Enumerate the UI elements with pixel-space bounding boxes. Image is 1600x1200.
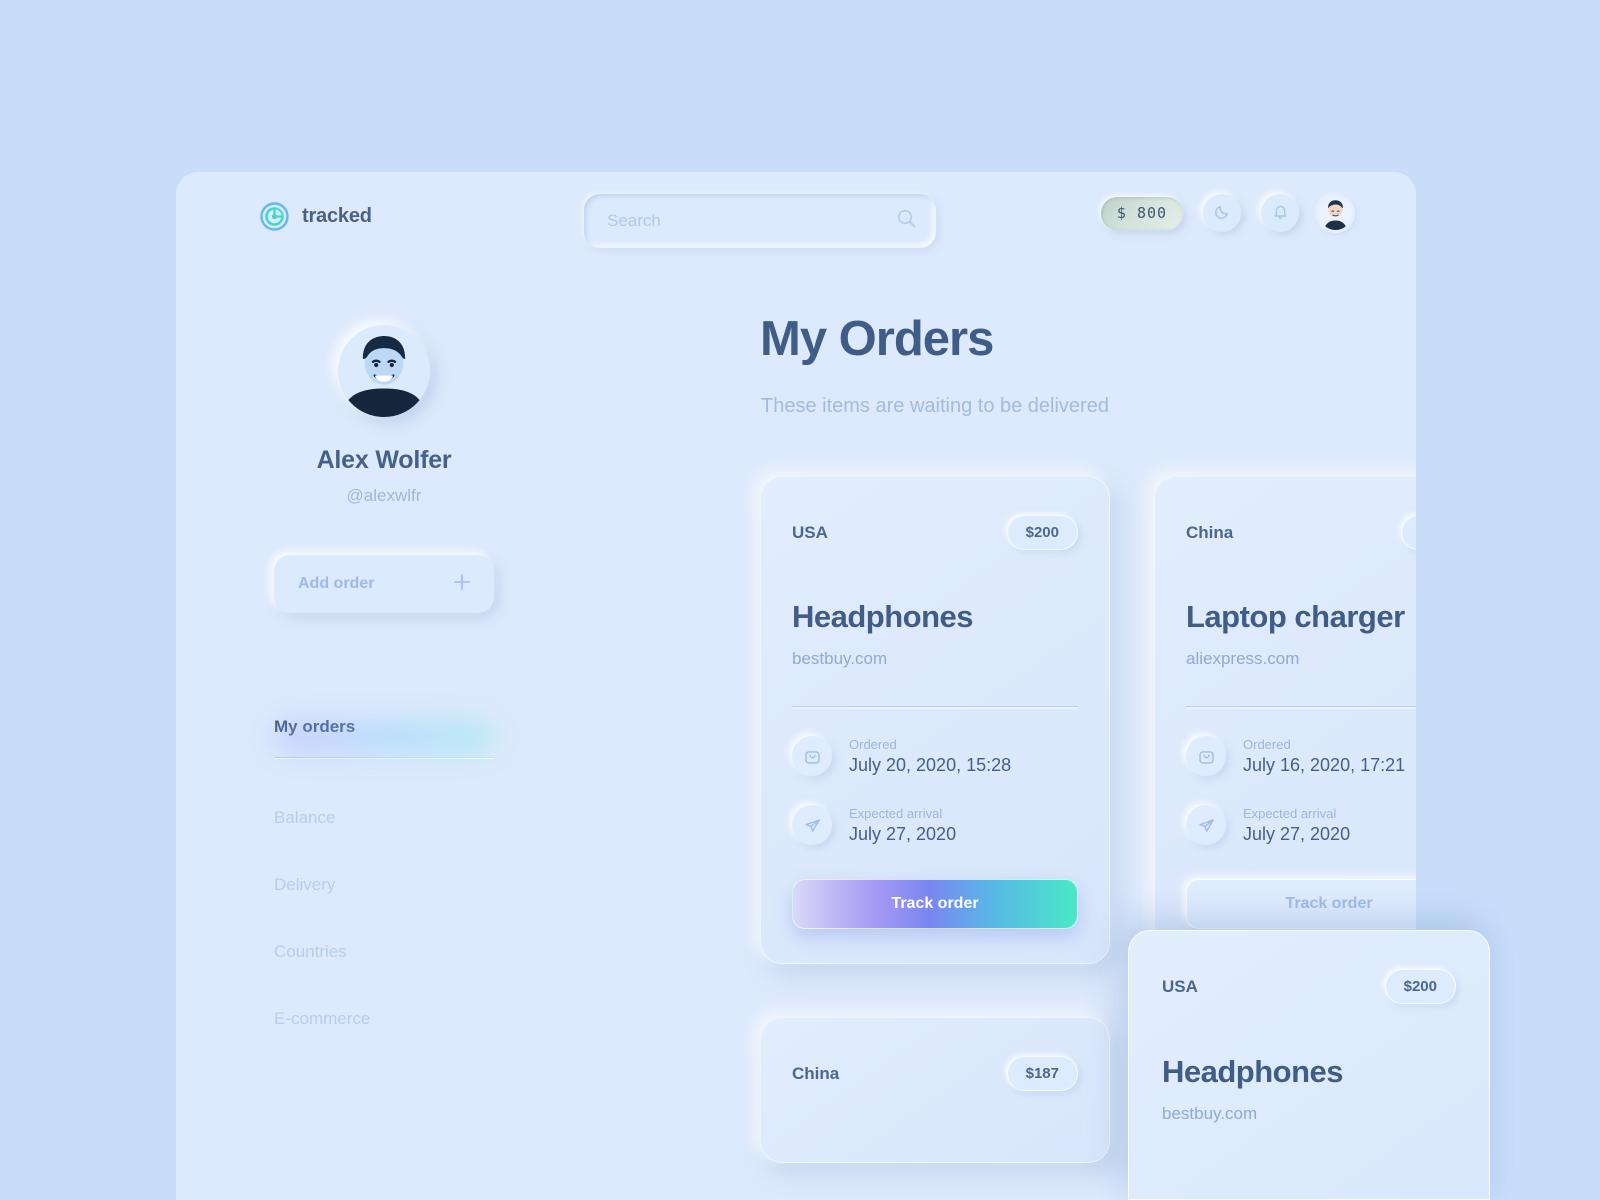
user-avatar[interactable] [1319,196,1352,230]
bell-icon [1272,203,1289,223]
search-input[interactable] [584,211,897,231]
ordered-label: Ordered [1243,736,1291,752]
order-card-header: China $187 [1186,515,1416,550]
topbar-actions: $ 800 [1101,194,1352,232]
sidebar-item-label: E-commerce [274,1009,371,1028]
track-order-button[interactable]: Track order [792,879,1078,929]
nav-divider [274,757,494,758]
sidebar-item-balance[interactable]: Balance [274,792,494,844]
order-price-badge: $187 [1006,1056,1078,1091]
sidebar-item-label: Delivery [274,875,336,894]
paper-plane-icon [792,805,832,845]
add-order-button[interactable]: Add order [274,555,494,613]
top-bar: tracked $ 800 [176,172,1416,272]
order-card-header: USA $200 [792,515,1078,550]
order-card[interactable]: China $187 [760,1017,1110,1163]
arrival-label: Expected arrival [849,805,943,821]
avatar[interactable] [338,325,430,417]
page-subtitle: These items are waiting to be delivered [761,395,1109,417]
track-order-button[interactable]: Track order [1186,879,1416,929]
add-order-glow [274,720,494,754]
ordered-value: July 20, 2020, 15:28 [849,754,1012,775]
brand-logo[interactable]: tracked [260,202,372,231]
card-divider [792,706,1078,707]
order-price-badge: $200 [1006,515,1078,550]
sidebar: Alex Wolfer @alexwlfr Add order My order… [176,272,592,1200]
sidebar-item-label: Countries [274,942,347,961]
order-ordered-row: Ordered July 20, 2020, 15:28 [792,736,1078,776]
order-card-header: China $187 [792,1056,1078,1091]
order-shop: bestbuy.com [1162,1104,1258,1123]
brand-name: tracked [302,205,372,227]
card-divider [1186,706,1416,707]
order-country: USA [1162,976,1198,996]
order-arrival-row: Expected arrival July 27, 2020 [1186,805,1416,845]
order-shop: bestbuy.com [792,649,888,668]
order-title: Headphones [1162,1054,1344,1089]
profile-name: Alex Wolfer [316,446,452,474]
order-price-badge: $187 [1400,515,1416,550]
sidebar-item-ecommerce[interactable]: E-commerce [274,993,494,1045]
arrival-value: July 27, 2020 [849,823,957,844]
sidebar-item-delivery[interactable]: Delivery [274,859,494,911]
sidebar-item-countries[interactable]: Countries [274,926,494,978]
search-bar[interactable] [584,194,936,248]
order-card-header: USA $200 [1162,969,1456,1004]
order-ordered-row: Ordered July 16, 2020, 17:21 [1186,736,1416,776]
order-shop: aliexpress.com [1186,649,1300,668]
balance-badge[interactable]: $ 800 [1101,196,1183,230]
order-arrival-row: Expected arrival July 27, 2020 [792,805,1078,845]
plus-icon [452,572,472,597]
order-card[interactable]: USA $200 Headphones bestbuy.com Ordered [760,476,1110,964]
moon-icon [1214,203,1231,223]
order-country: China [1186,522,1234,542]
profile-block: Alex Wolfer @alexwlfr [176,272,592,506]
floating-order-card[interactable]: USA $200 Headphones bestbuy.com [1128,930,1490,1200]
arrival-label: Expected arrival [1243,805,1337,821]
order-title: Headphones [792,599,974,634]
paper-plane-icon [1186,805,1226,845]
notifications-button[interactable] [1261,194,1299,232]
order-country: China [792,1063,840,1083]
sidebar-item-label: Balance [274,808,336,827]
shopping-bag-icon [792,736,832,776]
theme-toggle-button[interactable] [1203,194,1241,232]
order-country: USA [792,522,828,542]
order-card[interactable]: China $187 Laptop charger aliexpress.com… [1154,476,1416,964]
arrival-value: July 27, 2020 [1243,823,1351,844]
ordered-value: July 16, 2020, 17:21 [1243,754,1406,775]
order-price-badge: $200 [1384,969,1456,1004]
ordered-label: Ordered [849,736,897,752]
shopping-bag-icon [1186,736,1226,776]
balance-amount: $ 800 [1116,204,1168,222]
page-title: My Orders [760,312,994,366]
profile-handle: @alexwlfr [346,486,422,505]
order-title: Laptop charger [1186,599,1405,634]
search-icon[interactable] [897,209,916,233]
target-radar-icon [260,202,289,231]
add-order-label: Add order [298,575,375,592]
